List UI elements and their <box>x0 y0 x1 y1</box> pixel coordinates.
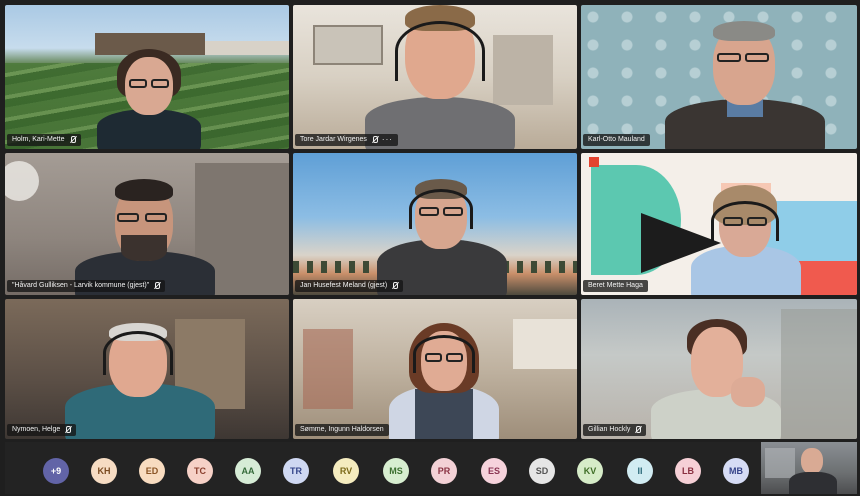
participant-name: Karl-Otto Mauland <box>588 136 645 143</box>
participant-avatar[interactable]: II <box>627 458 653 484</box>
participant-name-label: Sømme, Ingunn Haldorsen <box>295 424 389 436</box>
participant-name-label: Nymoen, Helge <box>7 424 77 436</box>
participant-name: Jan Husefest Meland (gjest) <box>300 282 388 289</box>
brand-logo-icon <box>589 157 599 167</box>
participant-name-label: Gillian Hockly <box>583 424 647 436</box>
video-tile[interactable]: "Håvard Gulliksen - Larvik kommune (gjes… <box>5 153 289 295</box>
participant-tray: +9 KH ED TC AA TR RV MS PR ES SD KV II L… <box>5 442 857 494</box>
participant-name-label: Jan Husefest Meland (gjest) <box>295 280 404 292</box>
participant-name: Gillian Hockly <box>588 426 631 433</box>
participant-avatar[interactable]: AA <box>235 458 261 484</box>
participant-avatar[interactable]: TC <box>187 458 213 484</box>
self-view-video[interactable] <box>761 442 857 494</box>
video-tile[interactable]: Nymoen, Helge <box>5 299 289 439</box>
video-grid: Holm, Kari-Mette Tore Jardar Wirgenes ··… <box>5 5 857 439</box>
video-tile[interactable]: Holm, Kari-Mette <box>5 5 289 149</box>
participant-avatar[interactable]: LB <box>675 458 701 484</box>
video-tile[interactable]: Sømme, Ingunn Haldorsen <box>293 299 577 439</box>
participant-name-label: Tore Jardar Wirgenes ··· <box>295 134 398 146</box>
participant-name-label: "Håvard Gulliksen - Larvik kommune (gjes… <box>7 280 166 292</box>
participant-avatar[interactable]: MB <box>723 458 749 484</box>
participant-avatar[interactable]: RV <box>333 458 359 484</box>
mic-muted-icon <box>64 426 72 434</box>
participant-avatar[interactable]: KV <box>577 458 603 484</box>
participant-name: Holm, Kari-Mette <box>12 136 65 143</box>
participant-avatar[interactable]: PR <box>431 458 457 484</box>
participant-avatar[interactable]: ES <box>481 458 507 484</box>
mic-muted-icon <box>371 136 378 144</box>
participant-name-label: Holm, Kari-Mette <box>7 134 81 146</box>
participant-avatar[interactable]: SD <box>529 458 555 484</box>
meeting-stage: Holm, Kari-Mette Tore Jardar Wirgenes ··… <box>0 0 860 496</box>
participant-name: Sømme, Ingunn Haldorsen <box>300 426 384 433</box>
participant-name-label: Beret Mette Haga <box>583 280 648 292</box>
mic-muted-icon <box>153 282 161 290</box>
more-options-icon[interactable]: ··· <box>382 134 393 146</box>
video-tile[interactable]: Beret Mette Haga <box>581 153 857 295</box>
video-tile[interactable]: Gillian Hockly <box>581 299 857 439</box>
participant-avatar[interactable]: ED <box>139 458 165 484</box>
participant-avatar[interactable]: TR <box>283 458 309 484</box>
video-tile[interactable]: Karl-Otto Mauland <box>581 5 857 149</box>
participant-name: Beret Mette Haga <box>588 282 643 289</box>
video-tile[interactable]: Jan Husefest Meland (gjest) <box>293 153 577 295</box>
mic-muted-icon <box>634 426 642 434</box>
participant-name: Tore Jardar Wirgenes <box>300 136 367 143</box>
mic-muted-icon <box>69 136 76 144</box>
overflow-participants-button[interactable]: +9 <box>43 458 69 484</box>
participant-avatar[interactable]: MS <box>383 458 409 484</box>
participant-name-label: Karl-Otto Mauland <box>583 134 650 146</box>
participant-name: Nymoen, Helge <box>12 426 61 433</box>
participant-name: "Håvard Gulliksen - Larvik kommune (gjes… <box>12 282 150 289</box>
participant-avatar[interactable]: KH <box>91 458 117 484</box>
mic-muted-icon <box>391 282 399 290</box>
video-tile[interactable]: Tore Jardar Wirgenes ··· <box>293 5 577 149</box>
